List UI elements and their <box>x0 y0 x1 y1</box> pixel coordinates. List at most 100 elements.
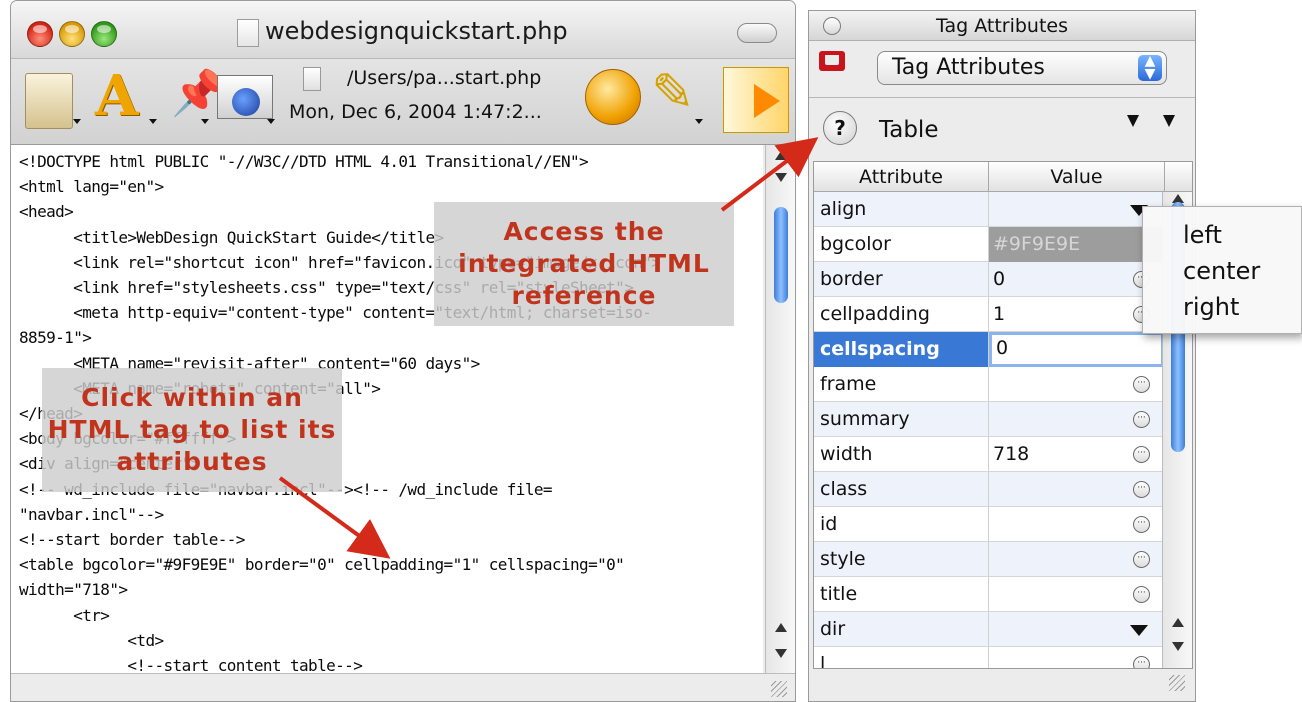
code-line[interactable]: width="718"> <box>19 577 755 602</box>
ellipsis-icon[interactable]: ··· <box>1133 446 1150 463</box>
chevron-down-icon[interactable] <box>73 119 81 124</box>
scroll-down-arrow[interactable] <box>775 173 787 182</box>
attribute-name: title <box>814 577 989 612</box>
column-header-attribute[interactable]: Attribute <box>814 162 989 192</box>
code-line[interactable]: <html lang="en"> <box>19 174 755 199</box>
code-line[interactable]: 8859-1"> <box>19 325 755 350</box>
code-line[interactable]: <!DOCTYPE html PUBLIC "-//W3C//DTD HTML … <box>19 149 755 174</box>
preview-play-icon[interactable] <box>723 67 789 133</box>
code-line[interactable]: <!--start border table--> <box>19 527 755 552</box>
column-header-corner <box>1164 162 1192 192</box>
chevron-down-icon[interactable] <box>267 119 275 124</box>
attribute-row[interactable]: cellspacing 0 <box>814 332 1164 367</box>
disclosure-triangle-icon[interactable] <box>1127 115 1139 127</box>
menu-item-center[interactable]: center <box>1183 257 1260 285</box>
file-date: Mon, Dec 6, 2004 1:47:2... <box>289 101 542 123</box>
font-icon[interactable]: A <box>95 63 138 129</box>
attribute-row[interactable]: style ··· <box>814 542 1164 577</box>
attribute-name: dir <box>814 612 989 647</box>
attribute-row[interactable]: cellpadding1··· <box>814 297 1164 332</box>
scroll-down-arrow[interactable] <box>1172 642 1184 651</box>
attribute-row[interactable]: class ··· <box>814 472 1164 507</box>
attribute-row[interactable]: l ··· <box>814 647 1164 668</box>
pencil-icon[interactable]: ✎ <box>651 63 695 123</box>
attribute-name: frame <box>814 367 989 402</box>
code-line[interactable]: <!--start content table--> <box>19 653 755 675</box>
editor-titlebar[interactable]: webdesignquickstart.php <box>11 1 795 59</box>
attribute-name: summary <box>814 402 989 437</box>
chevron-down-icon[interactable] <box>695 119 703 124</box>
attribute-name: cellpadding <box>814 297 989 332</box>
menu-item-left[interactable]: left <box>1183 221 1222 249</box>
code-line[interactable]: <tr> <box>19 603 755 628</box>
scroll-thumb[interactable] <box>774 207 788 303</box>
column-header-value[interactable]: Value <box>989 162 1164 192</box>
resize-grip-icon[interactable] <box>1169 675 1185 691</box>
code-line[interactable]: "navbar.incl"--> <box>19 502 755 527</box>
toolbar-toggle-button[interactable] <box>737 23 777 43</box>
document-icon <box>237 19 259 47</box>
close-button[interactable] <box>27 21 53 47</box>
scroll-up-arrow[interactable] <box>1172 618 1184 627</box>
updown-arrows-icon: ▲ ▼ <box>1138 54 1162 81</box>
resize-grip-icon[interactable] <box>771 681 787 697</box>
attribute-name: width <box>814 437 989 472</box>
files-icon[interactable] <box>25 73 73 129</box>
palette-title: Tag Attributes <box>936 15 1068 37</box>
palette-titlebar[interactable]: Tag Attributes <box>809 11 1195 41</box>
menu-item-right[interactable]: right <box>1183 293 1239 321</box>
attribute-name: bgcolor <box>814 227 989 262</box>
browser-preview-icon[interactable] <box>217 75 273 119</box>
attribute-value[interactable]: #9F9E9E <box>989 227 1164 262</box>
zoom-button[interactable] <box>91 21 117 47</box>
minimize-button[interactable] <box>59 21 85 47</box>
ellipsis-icon[interactable]: ··· <box>1133 551 1150 568</box>
dropdown-arrow-icon[interactable] <box>1130 625 1148 636</box>
scroll-up-arrow[interactable] <box>775 623 787 632</box>
chevron-down-icon[interactable] <box>201 119 209 124</box>
ellipsis-icon[interactable]: ··· <box>1133 516 1150 533</box>
attribute-name: l <box>814 647 989 668</box>
ellipsis-icon[interactable]: ··· <box>1133 376 1150 393</box>
attribute-row[interactable]: id ··· <box>814 507 1164 542</box>
ellipsis-icon[interactable]: ··· <box>1133 656 1150 668</box>
attribute-row[interactable]: bgcolor #9F9E9E <box>814 227 1164 262</box>
attribute-row[interactable]: summary ··· <box>814 402 1164 437</box>
code-line[interactable]: <table bgcolor="#9F9E9E" border="0" cell… <box>19 552 755 577</box>
attribute-name: id <box>814 507 989 542</box>
attributes-table: Attribute Value align bgcolor #9F9E9E borde… <box>813 161 1193 669</box>
code-line[interactable]: <td> <box>19 628 755 653</box>
attribute-name: style <box>814 542 989 577</box>
tag-name: Table <box>879 117 939 143</box>
disclosure-triangle-icon[interactable] <box>1163 115 1175 127</box>
file-path: /Users/pa...start.php <box>347 67 542 89</box>
align-dropdown-menu: left center right <box>1142 206 1302 334</box>
ellipsis-icon[interactable]: ··· <box>1133 586 1150 603</box>
divider <box>809 97 1195 98</box>
attribute-row[interactable]: width 718 ··· <box>814 437 1164 472</box>
attribute-name: class <box>814 472 989 507</box>
attribute-row[interactable]: border0··· <box>814 262 1164 297</box>
help-button[interactable]: ? <box>823 111 857 145</box>
attribute-row[interactable]: dir <box>814 612 1164 647</box>
window-title: webdesignquickstart.php <box>265 17 568 45</box>
editor-scrollbar[interactable] <box>765 145 795 675</box>
ellipsis-icon[interactable]: ··· <box>1133 411 1150 428</box>
palette-select[interactable]: Tag Attributes ▲ ▼ <box>877 51 1167 85</box>
scroll-up-arrow[interactable] <box>775 151 787 160</box>
editor-window: webdesignquickstart.php A 📌 /Users/pa...… <box>10 0 796 702</box>
attribute-row[interactable]: frame ··· <box>814 367 1164 402</box>
scroll-down-arrow[interactable] <box>775 649 787 658</box>
file-icon <box>303 67 321 91</box>
attribute-row[interactable]: title ··· <box>814 577 1164 612</box>
callout-html-reference-text: Access the integrated HTML reference <box>458 217 710 310</box>
attribute-name: align <box>814 192 989 227</box>
attribute-row[interactable]: align <box>814 192 1164 227</box>
ellipsis-icon[interactable]: ··· <box>1133 481 1150 498</box>
web-icon[interactable] <box>585 69 641 125</box>
callout-click-tag-text: Click within an HTML tag to list its att… <box>47 383 337 476</box>
magnet-icon[interactable] <box>819 51 845 71</box>
chevron-down-icon[interactable] <box>149 119 157 124</box>
attribute-value[interactable]: 0 <box>989 332 1164 367</box>
palette-select-label: Tag Attributes <box>892 55 1045 80</box>
